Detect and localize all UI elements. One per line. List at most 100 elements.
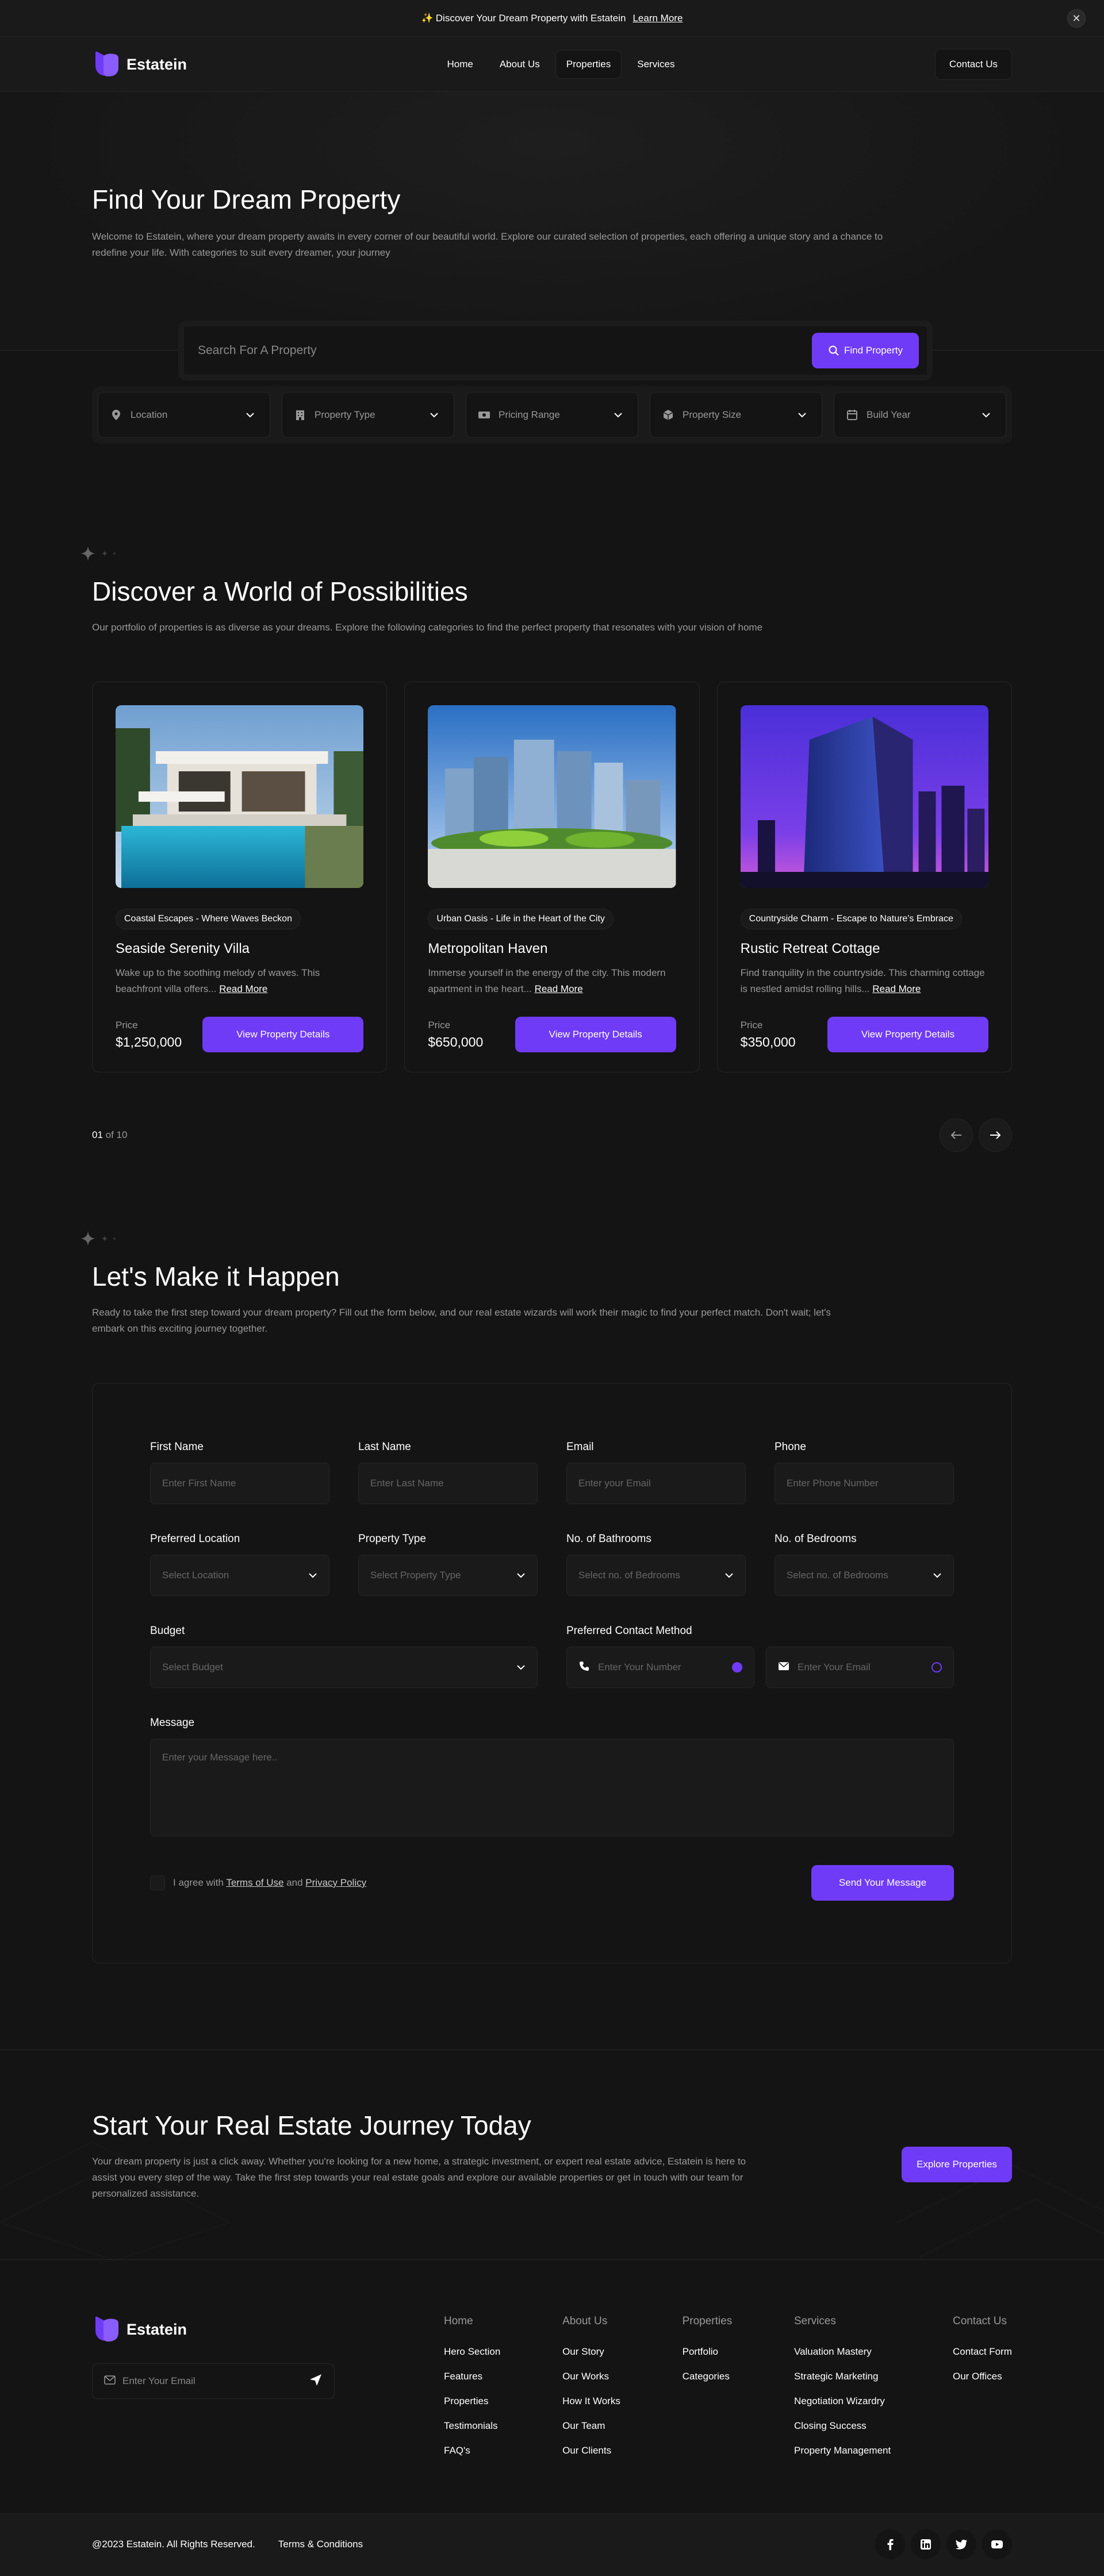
property-card: Countryside Charm - Escape to Nature's E… <box>716 682 1012 1072</box>
last-name-group: Last Name Enter Last Name <box>358 1441 538 1504</box>
footer-link[interactable]: Our Works <box>562 2371 620 2382</box>
search-input[interactable]: Search For A Property Find Property <box>178 321 933 380</box>
newsletter-email-input[interactable]: Enter Your Email <box>92 2363 335 2399</box>
logo-text: Estatein <box>126 2320 187 2338</box>
arrow-left-icon[interactable] <box>940 1118 973 1152</box>
email-group: Email Enter your Email <box>566 1441 746 1504</box>
view-property-details-button[interactable]: View Property Details <box>827 1017 988 1052</box>
filter-build-year[interactable]: Build Year <box>834 392 1006 438</box>
sparkle-icon <box>80 546 95 561</box>
site-header: Estatein Home About Us Properties Servic… <box>0 37 1104 92</box>
footer-link[interactable]: FAQ's <box>444 2445 500 2456</box>
price-label: Price <box>740 1019 763 1031</box>
filter-property-type[interactable]: Property Type <box>282 392 454 438</box>
price-value: $650,000 <box>428 1034 484 1049</box>
budget-label: Budget <box>150 1625 185 1637</box>
first-name-input[interactable]: Enter First Name <box>150 1463 329 1504</box>
nav-services[interactable]: Services <box>626 50 685 79</box>
close-icon[interactable]: ✕ <box>1067 9 1086 28</box>
facebook-icon[interactable] <box>875 2529 905 2559</box>
explore-properties-button[interactable]: Explore Properties <box>902 2147 1012 2182</box>
type-label: Property Type <box>358 1533 426 1545</box>
nav-about-us[interactable]: About Us <box>489 50 551 79</box>
message-textarea[interactable]: Enter your Message here.. <box>150 1739 954 1836</box>
email-input[interactable]: Enter your Email <box>566 1463 746 1504</box>
footer-logo[interactable]: Estatein <box>92 2315 444 2344</box>
filter-property-size[interactable]: Property Size <box>650 392 822 438</box>
agree-and: and <box>286 1877 303 1888</box>
contact-phone-input[interactable]: Enter Your Number <box>566 1647 754 1688</box>
first-name-group: First Name Enter First Name <box>150 1441 329 1504</box>
filter-pricing-range[interactable]: Pricing Range <box>466 392 638 438</box>
type-select[interactable]: Select Property Type <box>358 1555 538 1596</box>
banner-learn-more-link[interactable]: Learn More <box>632 13 683 24</box>
footer-link[interactable]: Closing Success <box>794 2420 891 2432</box>
footer-link[interactable]: Strategic Marketing <box>794 2371 891 2382</box>
sparkle-icon <box>113 1237 116 1240</box>
form-row-4: Message Enter your Message here.. <box>150 1717 954 1836</box>
last-name-input[interactable]: Enter Last Name <box>358 1463 538 1504</box>
agree-checkbox[interactable] <box>150 1875 165 1890</box>
form-row-1: First Name Enter First Name Last Name En… <box>150 1441 954 1504</box>
contact-email-input[interactable]: Enter Your Email <box>766 1647 954 1688</box>
location-select[interactable]: Select Location <box>150 1555 329 1596</box>
terms-link[interactable]: Terms & Conditions <box>278 2539 363 2550</box>
footer-link[interactable]: Features <box>444 2371 500 2382</box>
view-property-details-button[interactable]: View Property Details <box>515 1017 676 1052</box>
sparkle-icon <box>102 551 108 556</box>
footer-link[interactable]: Testimonials <box>444 2420 500 2432</box>
footer-link[interactable]: Negotiation Wizardry <box>794 2396 891 2407</box>
logo[interactable]: Estatein <box>92 50 187 79</box>
filter-location[interactable]: Location <box>98 392 270 438</box>
find-property-button[interactable]: Find Property <box>812 333 919 368</box>
bathrooms-select[interactable]: Select no. of Bedrooms <box>566 1555 746 1596</box>
nav-home[interactable]: Home <box>436 50 484 79</box>
property-card: Coastal Escapes - Where Waves Beckon Sea… <box>92 682 388 1072</box>
read-more-link[interactable]: Read More <box>535 983 583 994</box>
twitter-icon[interactable] <box>946 2529 976 2559</box>
discover-title: Discover a World of Possibilities <box>92 576 468 606</box>
youtube-icon[interactable] <box>982 2529 1012 2559</box>
footer-link[interactable]: How It Works <box>562 2396 620 2407</box>
form-text: Ready to take the first step toward your… <box>92 1307 831 1334</box>
footer-link[interactable]: Our Team <box>562 2420 620 2432</box>
location-label: Preferred Location <box>150 1533 240 1545</box>
footer-link[interactable]: Properties <box>444 2396 500 2407</box>
footer-link[interactable]: Property Management <box>794 2445 891 2456</box>
footer-link[interactable]: Our Story <box>562 2346 620 2358</box>
property-title: Rustic Retreat Cottage <box>740 941 880 956</box>
linkedin-icon[interactable] <box>911 2529 941 2559</box>
footer-link[interactable]: Portfolio <box>683 2346 733 2358</box>
send-message-button[interactable]: Send Your Message <box>811 1865 954 1901</box>
footer-link[interactable]: Our Clients <box>562 2445 620 2456</box>
terms-of-use-link[interactable]: Terms of Use <box>226 1877 283 1888</box>
contact-email-radio[interactable] <box>931 1662 942 1673</box>
discover-text: Our portfolio of properties is as divers… <box>92 622 763 633</box>
view-property-details-button[interactable]: View Property Details <box>202 1017 364 1052</box>
footer-link[interactable]: Hero Section <box>444 2346 500 2358</box>
contact-us-button[interactable]: Contact Us <box>934 49 1012 80</box>
nav-properties[interactable]: Properties <box>555 50 622 79</box>
send-icon[interactable] <box>309 2373 323 2390</box>
footer-col-services: Services Valuation Mastery Strategic Mar… <box>794 2315 891 2470</box>
footer-link[interactable]: Valuation Mastery <box>794 2346 891 2358</box>
hero-section: Find Your Dream Property Welcome to Esta… <box>0 92 1104 351</box>
property-footer: Price $1,250,000 View Property Details <box>116 1017 364 1052</box>
privacy-policy-link[interactable]: Privacy Policy <box>305 1877 366 1888</box>
read-more-link[interactable]: Read More <box>872 983 921 994</box>
property-desc-text: Wake up to the soothing melody of waves.… <box>116 967 320 994</box>
footer-link[interactable]: Our Offices <box>953 2371 1012 2382</box>
phone-input[interactable]: Enter Phone Number <box>775 1463 954 1504</box>
footer-link[interactable]: Categories <box>683 2371 733 2382</box>
bedrooms-select[interactable]: Select no. of Bedrooms <box>775 1555 954 1596</box>
arrow-right-icon[interactable] <box>979 1118 1012 1152</box>
footer-link[interactable]: Contact Form <box>953 2346 1012 2358</box>
contact-phone-radio[interactable] <box>732 1662 742 1673</box>
email-label: Email <box>566 1441 594 1453</box>
budget-select[interactable]: Select Budget <box>150 1647 538 1688</box>
price-value: $1,250,000 <box>116 1034 182 1049</box>
footer-columns: Home Hero Section Features Properties Te… <box>444 2315 1012 2470</box>
search-area: Search For A Property Find Property Loca… <box>92 321 1012 500</box>
read-more-link[interactable]: Read More <box>219 983 267 994</box>
footer-col-title: Contact Us <box>952 2315 1007 2327</box>
